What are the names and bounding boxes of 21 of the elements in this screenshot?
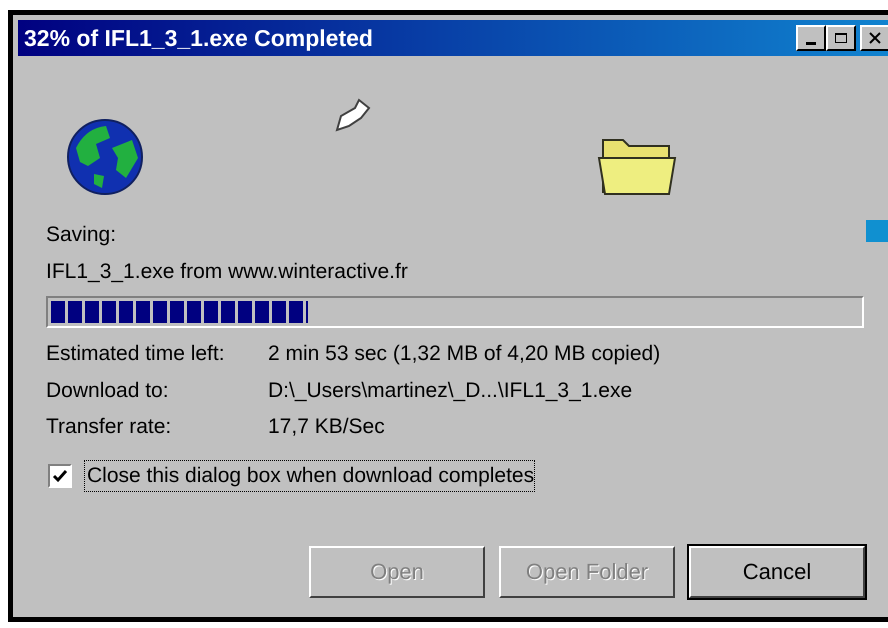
minimize-icon (806, 42, 816, 44)
checkbox-label[interactable]: Close this dialog box when download completes (84, 460, 536, 492)
maximize-button[interactable] (826, 25, 856, 51)
file-source-text: IFL1_3_1.exe from www.winteractive.fr (46, 259, 408, 285)
detail-value: D:\_Users\martinez\_D...\IFL1_3_1.exe (268, 378, 632, 404)
detail-label: Estimated time left: (46, 341, 225, 367)
saving-label: Saving: (46, 222, 116, 248)
globe-icon (66, 118, 144, 196)
detail-value: 17,7 KB/Sec (268, 414, 385, 440)
minimize-button[interactable] (796, 25, 826, 51)
dialog-button[interactable]: Cancel (689, 546, 865, 598)
checkbox[interactable] (48, 464, 72, 488)
paper-icon (333, 98, 371, 134)
detail-label: Transfer rate: (46, 414, 172, 440)
maximize-icon (834, 32, 848, 44)
window-title: 32% of IFL1_3_1.exe Completed (24, 24, 373, 52)
detail-value: 2 min 53 sec (1,32 MB of 4,20 MB copied) (268, 341, 660, 367)
square-marker (866, 220, 888, 242)
close-icon (868, 32, 882, 44)
detail-label: Download to: (46, 378, 169, 404)
close-button[interactable] (860, 25, 888, 51)
